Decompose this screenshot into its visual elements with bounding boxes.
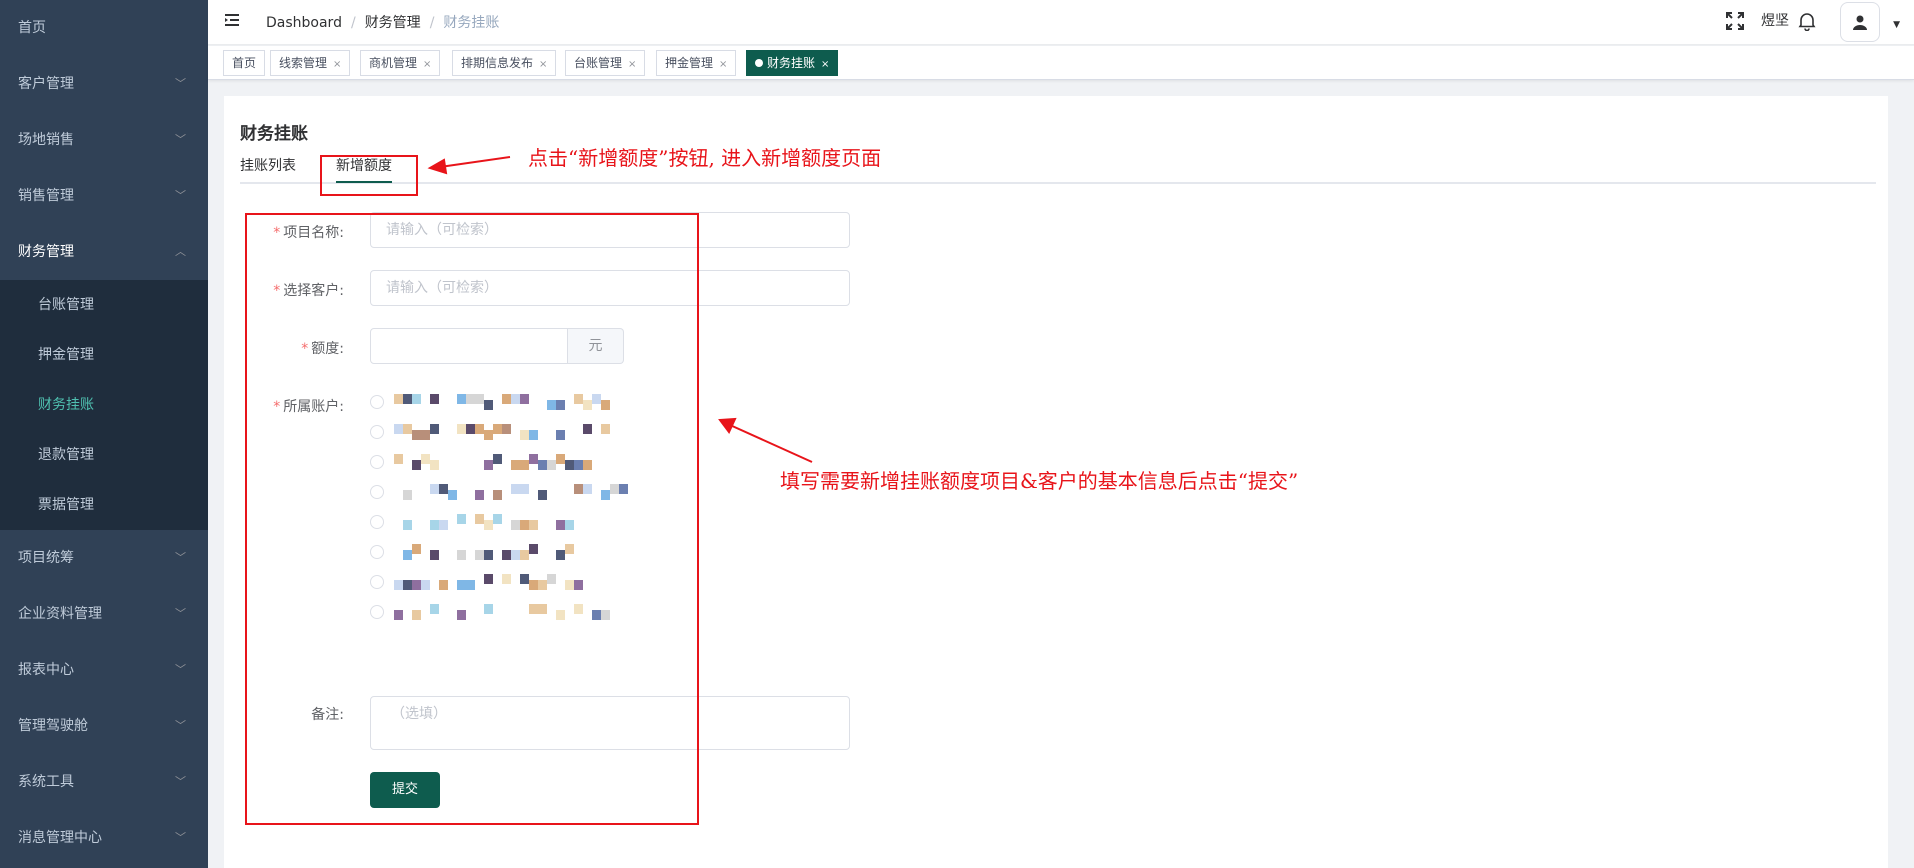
annotation-arrows: [427, 156, 813, 463]
arrow-to-tab: [427, 156, 511, 175]
arrow-to-form: [718, 417, 813, 463]
